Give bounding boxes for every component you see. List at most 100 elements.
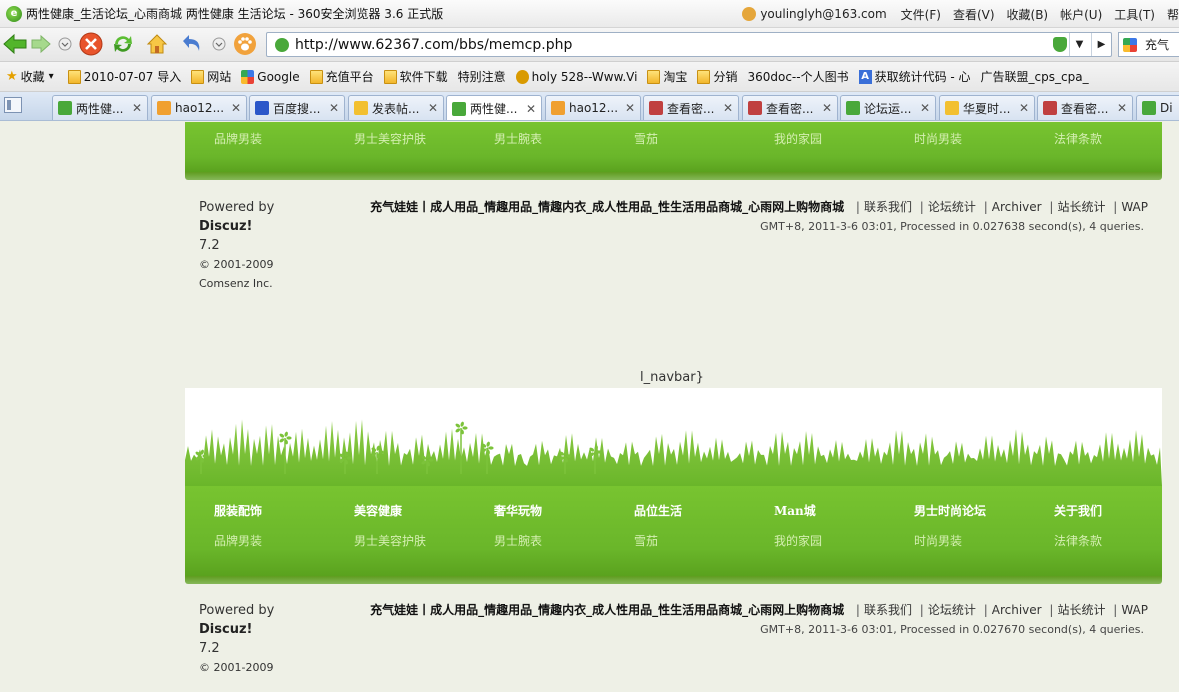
favorites-dropdown-icon[interactable]: ▾: [49, 71, 54, 82]
menu-file[interactable]: 文件(F): [901, 6, 941, 23]
nav-category-1[interactable]: 服装配饰: [214, 502, 262, 519]
nav-sublink-2[interactable]: 男士美容护肤: [354, 130, 426, 147]
tab[interactable]: 查看密... ✕: [742, 95, 838, 120]
nav-sublink-4[interactable]: 雪茄: [634, 532, 658, 549]
tab[interactable]: 论坛运... ✕: [840, 95, 936, 120]
nav-category-2[interactable]: 美容健康: [354, 502, 402, 519]
tab[interactable]: hao12... ✕: [151, 95, 247, 120]
nav-sublink-2[interactable]: 男士美容护肤: [354, 532, 426, 549]
menu-tools[interactable]: 工具(T): [1114, 6, 1155, 23]
archiver-link[interactable]: Archiver: [992, 603, 1042, 617]
address-dropdown-icon[interactable]: ▼: [1069, 33, 1089, 56]
tab-close-icon[interactable]: ✕: [329, 101, 339, 115]
tab[interactable]: 查看密... ✕: [1037, 95, 1133, 120]
go-arrow-icon[interactable]: ▶: [1091, 33, 1111, 56]
nav-sublink-1[interactable]: 品牌男装: [214, 532, 262, 549]
nav-sublink-6[interactable]: 时尚男装: [914, 130, 962, 147]
tab[interactable]: 华夏时... ✕: [939, 95, 1035, 120]
nav-category-6[interactable]: 男士时尚论坛: [914, 502, 986, 519]
tab[interactable]: 查看密... ✕: [643, 95, 739, 120]
bookmark-item[interactable]: 广告联盟_cps_cpa_: [981, 68, 1089, 85]
search-text[interactable]: 充气: [1145, 36, 1169, 53]
nav-sublink-1[interactable]: 品牌男装: [214, 130, 262, 147]
contact-link[interactable]: 联系我们: [864, 200, 912, 214]
archiver-link[interactable]: Archiver: [992, 200, 1042, 214]
address-bar[interactable]: http://www.62367.com/bbs/memcp.php ▼ ▶: [266, 32, 1112, 57]
bookmark-label: 360doc--个人图书: [747, 70, 849, 84]
account-email[interactable]: youlinglyh@163.com: [760, 7, 886, 21]
discuz-link[interactable]: Discuz!: [199, 219, 252, 234]
search-box[interactable]: 充气: [1118, 32, 1179, 57]
nav-sublink-5[interactable]: 我的家园: [774, 130, 822, 147]
paw-icon[interactable]: [232, 31, 258, 57]
forward-arrow-icon[interactable]: [28, 31, 54, 57]
tab-close-icon[interactable]: ✕: [1019, 101, 1029, 115]
bookmark-item[interactable]: Google: [241, 69, 300, 84]
tab[interactable]: Di: [1136, 95, 1179, 120]
nav-sublink-3[interactable]: 男士腕表: [494, 130, 542, 147]
tab[interactable]: 发表帖... ✕: [348, 95, 444, 120]
forum-stats-link[interactable]: 论坛统计: [928, 200, 976, 214]
discuz-link[interactable]: Discuz!: [199, 622, 252, 637]
nav-category-7[interactable]: 关于我们: [1054, 502, 1102, 519]
nav-category-3[interactable]: 奢华玩物: [494, 502, 542, 519]
wap-link[interactable]: WAP: [1121, 603, 1148, 617]
bookmark-item[interactable]: 分销: [697, 68, 737, 85]
tab-close-icon[interactable]: ✕: [822, 101, 832, 115]
tab-close-icon[interactable]: ✕: [526, 102, 536, 116]
wap-link[interactable]: WAP: [1121, 200, 1148, 214]
nav-sublink-4[interactable]: 雪茄: [634, 130, 658, 147]
nav-category-4[interactable]: 品位生活: [634, 502, 682, 519]
refresh-icon[interactable]: [110, 31, 136, 57]
security-shield-icon[interactable]: [1053, 37, 1067, 52]
nav-sublink-5[interactable]: 我的家园: [774, 532, 822, 549]
menu-favorites[interactable]: 收藏(B): [1007, 6, 1049, 23]
tab-close-icon[interactable]: ✕: [428, 101, 438, 115]
undo-icon[interactable]: [178, 31, 204, 57]
bookmark-item[interactable]: A 获取统计代码 - 心: [858, 68, 971, 85]
webmaster-stats-link[interactable]: 站长统计: [1057, 603, 1105, 617]
nav-category-5[interactable]: Man城: [774, 502, 816, 519]
company-link[interactable]: Comsenz Inc.: [199, 274, 279, 293]
contact-link[interactable]: 联系我们: [864, 603, 912, 617]
nav-sublink-6[interactable]: 时尚男装: [914, 532, 962, 549]
webmaster-stats-link[interactable]: 站长统计: [1057, 200, 1105, 214]
forum-stats-link[interactable]: 论坛统计: [928, 603, 976, 617]
menu-help[interactable]: 帮: [1167, 6, 1179, 23]
undo-dropdown-icon[interactable]: [206, 31, 232, 57]
bookmark-item[interactable]: 特别注意: [458, 68, 506, 85]
back-arrow-icon[interactable]: [2, 31, 28, 57]
tab-close-icon[interactable]: ✕: [1117, 101, 1127, 115]
menu-view[interactable]: 查看(V): [953, 6, 995, 23]
home-icon[interactable]: [144, 31, 170, 57]
stop-icon[interactable]: [78, 31, 104, 57]
bookmark-item[interactable]: 网站: [191, 68, 231, 85]
user-icon[interactable]: [742, 7, 757, 21]
url-text[interactable]: http://www.62367.com/bbs/memcp.php: [295, 37, 572, 53]
nav-sublink-7[interactable]: 法律条款: [1054, 130, 1102, 147]
nav-sublink-7[interactable]: 法律条款: [1054, 532, 1102, 549]
tab-close-icon[interactable]: ✕: [920, 101, 930, 115]
bookmark-item[interactable]: 2010-07-07 导入: [67, 68, 181, 85]
tab[interactable]: 百度搜... ✕: [249, 95, 345, 120]
bookmark-item[interactable]: holy 528--Www.Vi: [515, 69, 637, 84]
bookmark-item[interactable]: 充值平台: [309, 68, 374, 85]
site-name-link[interactable]: 充气娃娃丨成人用品_情趣用品_情趣内衣_成人性用品_性生活用品商城_心雨网上购物…: [370, 200, 844, 214]
tab[interactable]: hao12... ✕: [545, 95, 641, 120]
bookmark-item[interactable]: 360doc--个人图书: [747, 68, 848, 85]
nav-sublink-3[interactable]: 男士腕表: [494, 532, 542, 549]
tab[interactable]: 两性健... ✕: [52, 95, 148, 120]
tab-active[interactable]: 两性健... ✕: [446, 95, 542, 120]
bookmark-item[interactable]: ★ 收藏 ▾: [6, 68, 54, 85]
bookmark-item[interactable]: 淘宝: [647, 68, 687, 85]
tab-close-icon[interactable]: ✕: [723, 101, 733, 115]
site-name-link[interactable]: 充气娃娃丨成人用品_情趣用品_情趣内衣_成人性用品_性生活用品商城_心雨网上购物…: [370, 603, 844, 617]
history-dropdown-icon[interactable]: [52, 31, 78, 57]
tab-close-icon[interactable]: ✕: [132, 101, 142, 115]
tab-close-icon[interactable]: ✕: [231, 101, 241, 115]
sidebar-toggle-icon[interactable]: [4, 97, 22, 113]
tab-close-icon[interactable]: ✕: [625, 101, 635, 115]
bookmark-item[interactable]: 软件下载: [383, 68, 448, 85]
menu-account[interactable]: 帐户(U): [1060, 6, 1102, 23]
search-engine-icon[interactable]: [1123, 37, 1137, 52]
